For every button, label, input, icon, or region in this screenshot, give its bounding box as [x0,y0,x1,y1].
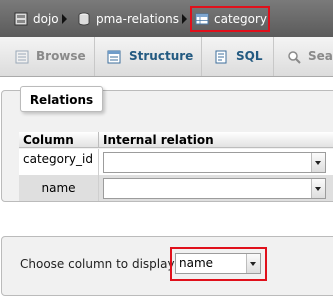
breadcrumb-database-label: pma-relations [96,12,179,26]
browse-icon [15,50,29,64]
header-column: Column [23,133,74,147]
dropdown-button[interactable] [246,254,260,273]
tab-search[interactable]: Sea [274,37,333,76]
table-icon [195,13,209,25]
table-row: category_id [19,149,333,175]
breadcrumb-server[interactable]: dojo [14,9,62,29]
internal-relation-select-category-id[interactable] [103,152,326,173]
row-divider [98,149,99,175]
database-icon [78,12,90,26]
display-column-select[interactable]: name [175,253,261,274]
breadcrumb-database[interactable]: pma-relations [77,9,189,29]
breadcrumb-separator-icon [182,14,187,24]
dropdown-button[interactable] [311,153,325,172]
search-icon [288,51,301,64]
internal-relation-select-name[interactable] [103,178,326,199]
relations-table: Column Internal relation category_id nam… [19,132,333,201]
breadcrumb: dojo pma-relations category [0,0,333,37]
display-column-label: Choose column to display: [20,257,178,271]
breadcrumb-server-label: dojo [33,12,59,26]
header-divider [98,132,99,148]
row-column-name: name [41,181,76,195]
header-internal-relation: Internal relation [103,133,214,147]
server-icon [14,12,28,26]
dropdown-button[interactable] [311,179,325,198]
tab-bar: Browse Structure SQL Sea [0,37,333,77]
chevron-down-icon [250,262,256,266]
row-divider [98,175,99,201]
tab-sql-label: SQL [236,49,263,63]
tab-sql[interactable]: SQL [202,37,274,76]
chevron-down-icon [315,187,321,191]
tab-browse[interactable]: Browse [0,37,95,76]
tab-search-label: Sea [308,49,333,63]
sql-icon [215,50,227,64]
chevron-down-icon [315,161,321,165]
tab-structure[interactable]: Structure [95,37,202,76]
structure-icon [107,50,121,64]
relations-legend: Relations [20,86,103,112]
breadcrumb-separator-icon [62,14,67,24]
table-row: name [19,175,333,201]
tab-browse-label: Browse [36,49,86,63]
relations-table-header: Column Internal relation [19,132,333,148]
tab-structure-label: Structure [129,49,194,63]
breadcrumb-table[interactable]: category [195,9,267,29]
row-column-name: category_id [23,152,93,166]
select-value: name [179,256,214,270]
breadcrumb-table-label: category [214,12,268,26]
